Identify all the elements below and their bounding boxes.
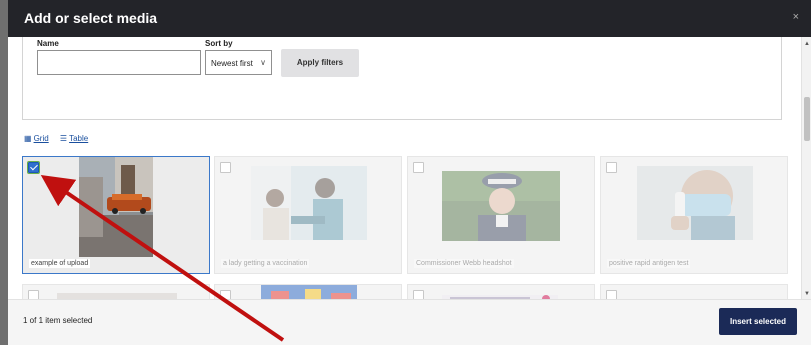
media-thumbnail (79, 157, 153, 257)
select-checkbox[interactable] (606, 162, 617, 173)
backdrop-edge (0, 0, 8, 345)
dialog-scrollbar[interactable]: ▲ ▼ (801, 37, 811, 305)
media-caption: a lady getting a vaccination (221, 259, 310, 268)
chevron-down-icon: ∨ (260, 58, 266, 67)
sort-label: Sort by (205, 39, 233, 48)
media-item[interactable]: Commissioner Webb headshot (407, 156, 595, 274)
filters-panel: Name Sort by Newest first ∨ Apply filter… (22, 37, 782, 120)
media-caption: positive rapid antigen test (607, 259, 691, 268)
sort-selected-value: Newest first (211, 59, 253, 68)
media-thumbnail (637, 166, 753, 240)
grid-view-link[interactable]: Grid (34, 134, 49, 143)
name-input[interactable] (37, 50, 201, 75)
close-icon[interactable]: × (793, 11, 799, 23)
select-checkbox[interactable] (413, 162, 424, 173)
select-checkbox[interactable] (220, 162, 231, 173)
scroll-thumb[interactable] (804, 97, 810, 141)
media-thumbnail (442, 171, 560, 241)
view-toggle: ▦ Grid ☰ Table (24, 134, 97, 143)
select-checkbox[interactable] (27, 161, 40, 174)
media-caption: example of upload (29, 259, 91, 268)
media-dialog: Add or select media × Name Sort by Newes… (0, 0, 811, 345)
dialog-title: Add or select media (24, 10, 158, 26)
table-view-link[interactable]: Table (69, 134, 88, 143)
scroll-down-icon[interactable]: ▼ (804, 291, 810, 297)
sort-select[interactable]: Newest first ∨ (205, 50, 272, 75)
media-thumbnail (251, 166, 367, 240)
selection-status: 1 of 1 item selected (23, 316, 93, 325)
media-item[interactable]: a lady getting a vaccination (214, 156, 402, 274)
scroll-up-icon[interactable]: ▲ (804, 41, 810, 47)
name-label: Name (37, 39, 59, 48)
grid-icon: ▦ (24, 134, 32, 143)
media-item[interactable]: example of upload (22, 156, 210, 274)
apply-filters-button[interactable]: Apply filters (281, 49, 359, 77)
list-icon: ☰ (59, 134, 68, 143)
dialog-titlebar: Add or select media × (8, 0, 811, 37)
insert-selected-button[interactable]: Insert selected (719, 308, 797, 335)
media-caption: Commissioner Webb headshot (414, 259, 514, 268)
media-item[interactable]: positive rapid antigen test (600, 156, 788, 274)
dialog-footer: 1 of 1 item selected Insert selected (8, 299, 811, 345)
